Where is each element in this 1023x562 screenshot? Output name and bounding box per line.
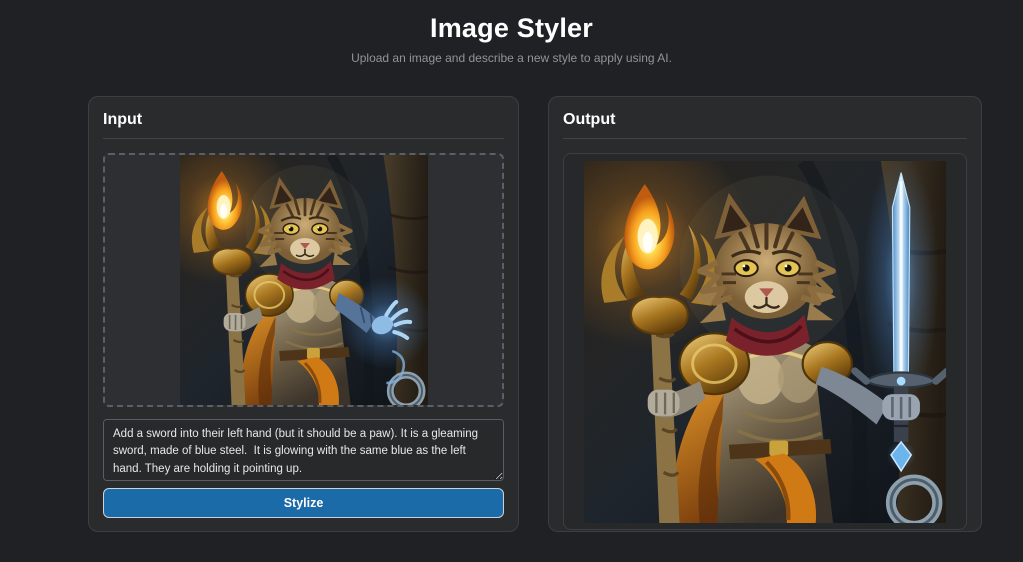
output-image-frame (563, 153, 967, 530)
output-image (584, 161, 946, 523)
output-panel-divider (563, 138, 967, 139)
input-panel-heading: Input (103, 110, 504, 129)
input-image (180, 155, 428, 405)
input-panel-divider (103, 138, 504, 139)
panels-row: Input Add a sword into their left hand (… (88, 96, 1023, 532)
stylize-button[interactable]: Stylize (103, 488, 504, 518)
input-panel: Input Add a sword into their left hand (… (88, 96, 519, 532)
page-subtitle: Upload an image and describe a new style… (0, 51, 1023, 65)
page: Image Styler Upload an image and describ… (0, 0, 1023, 532)
page-title: Image Styler (0, 13, 1023, 44)
style-prompt-input[interactable]: Add a sword into their left hand (but it… (103, 419, 504, 481)
output-panel: Output (548, 96, 982, 532)
image-upload-dropzone[interactable] (103, 153, 504, 407)
output-panel-heading: Output (563, 110, 967, 129)
header: Image Styler Upload an image and describ… (0, 0, 1023, 65)
